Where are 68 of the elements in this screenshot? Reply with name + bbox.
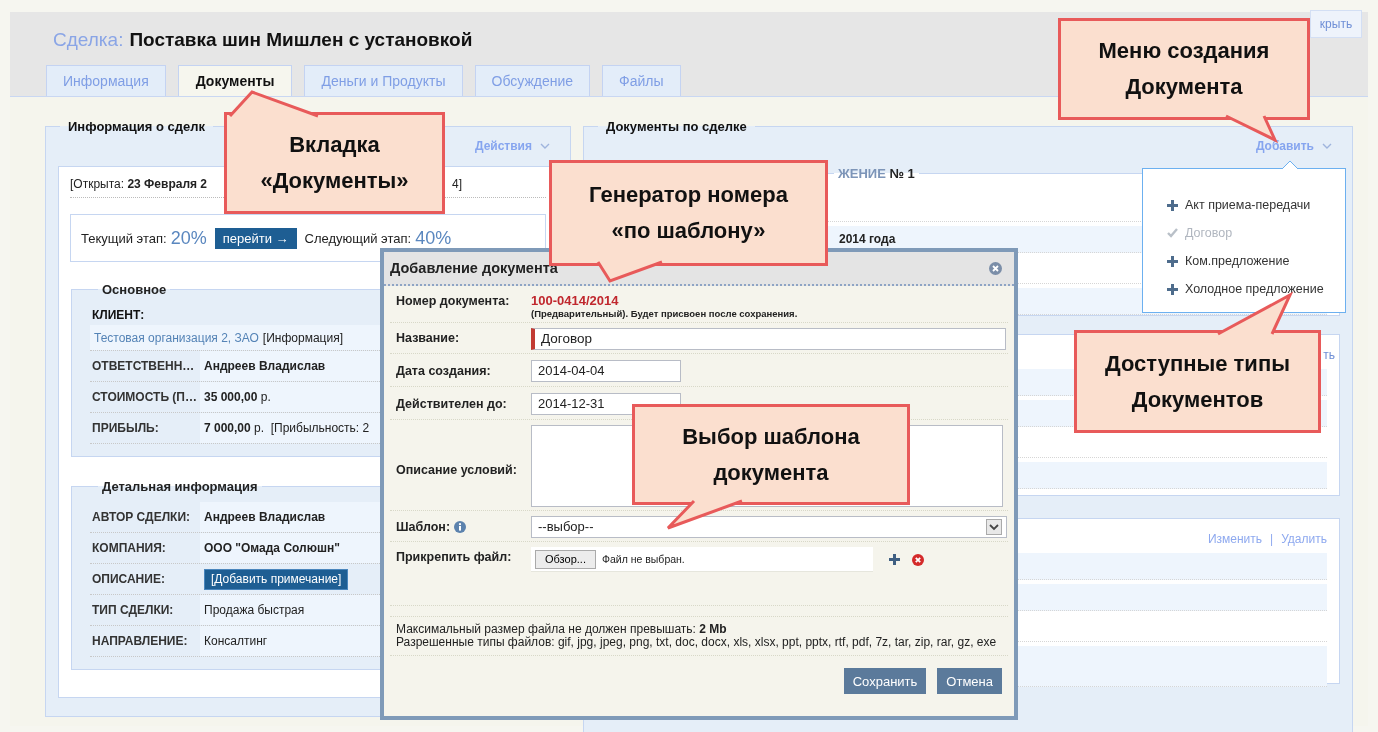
panel-title: Документы по сделке [605,119,748,134]
deal-title: Поставка шин Мишлен с установкой [129,29,473,50]
field-label: СТОИМОСТЬ (П… [91,389,198,406]
field-label: АВТОР СДЕЛКИ: [91,509,191,526]
info-icon[interactable] [454,521,467,533]
field-label: ПРИБЫЛЬ: [91,420,160,437]
field-label: Прикрепить файл: [396,550,512,564]
document-number: 100-0414/2014 [531,292,620,308]
open-button[interactable]: крыть [1310,10,1362,38]
callout-pointer [596,260,663,283]
check-icon [1167,228,1178,238]
field-label: ОТВЕТСТВЕНН… [91,358,196,375]
opened-tail: 4] [452,177,462,191]
browse-button[interactable]: Обзор... [535,549,596,569]
section-title: Детальная информация [101,479,259,494]
opened-date: [Открыта: 23 Февраля 2 [70,177,208,191]
edit-link[interactable]: ть [1323,348,1335,362]
document-date: 2014 года [839,231,896,248]
file-status: Файл не выбран. [601,553,685,565]
field-label: Описание условий: [396,463,517,477]
field-label: КОМПАНИЯ: [91,540,167,557]
stage-label: Следующий этап: [304,230,412,246]
document-title: ЖЕНИЕ № 1 [837,166,916,181]
field-label: Дата создания: [396,364,491,378]
field-label: Шаблон: [396,520,451,534]
plus-icon [1167,255,1178,267]
field-label: КЛИЕНТ: [91,307,146,324]
stage-percent: 40% [415,227,452,249]
field-label: Название: [396,331,460,345]
panel-title: Информация о сделк [67,119,206,134]
plus-icon [1167,283,1178,295]
field-label: ОПИСАНИЕ: [91,571,166,588]
client-link[interactable]: Тестовая организация 2, ЗАО [94,330,259,345]
date-field[interactable]: 2014-04-04 [531,360,681,382]
dialog-button[interactable]: Сохранить [843,668,927,694]
field-label: Номер документа: [396,294,510,308]
template-select[interactable]: --выбор-- [531,516,1007,538]
menu-item[interactable]: Ком.предложение [1143,247,1345,275]
add-note-button[interactable]: [Добавить примечание] [204,568,349,590]
field-label: Действителен до: [396,397,507,411]
tab[interactable]: Документы [177,65,293,96]
tab[interactable]: Деньги и Продукты [304,65,463,96]
callout: Меню создания Документа [1058,18,1310,120]
stage-percent: 20% [170,227,207,249]
caret-icon [1322,143,1332,149]
plus-icon [1167,199,1178,211]
plus-icon[interactable] [889,554,900,565]
field-label: ТИП СДЕЛКИ: [91,602,175,619]
go-button[interactable]: перейти → [214,227,297,249]
card-link[interactable]: Удалить [1281,532,1327,546]
separator: | [1270,532,1274,546]
card-link[interactable]: Изменить [1207,532,1263,546]
menu-item[interactable]: Холодное предложение [1143,275,1345,303]
tab[interactable]: Файлы [602,65,681,96]
remove-icon[interactable] [912,554,924,566]
stage-label: Текущий этап: [81,230,167,246]
input-field[interactable]: Договор [531,328,1006,350]
caret-icon [540,143,550,149]
close-icon[interactable] [989,261,1002,275]
menu-item[interactable]: Акт приема-передачи [1143,191,1345,219]
field-label: НАПРАВЛЕНИЕ: [91,633,189,650]
tab[interactable]: Информация [46,65,166,96]
number-note: (Предварительный). Будет присвоен после сохранения. [531,308,799,319]
info-link[interactable]: [Информация] [262,330,343,345]
section-title: Основное [101,282,168,297]
deal-label: Сделка: [53,29,124,50]
tab[interactable]: Обсуждение [474,65,591,96]
dialog-button[interactable]: Отмена [937,668,1002,694]
